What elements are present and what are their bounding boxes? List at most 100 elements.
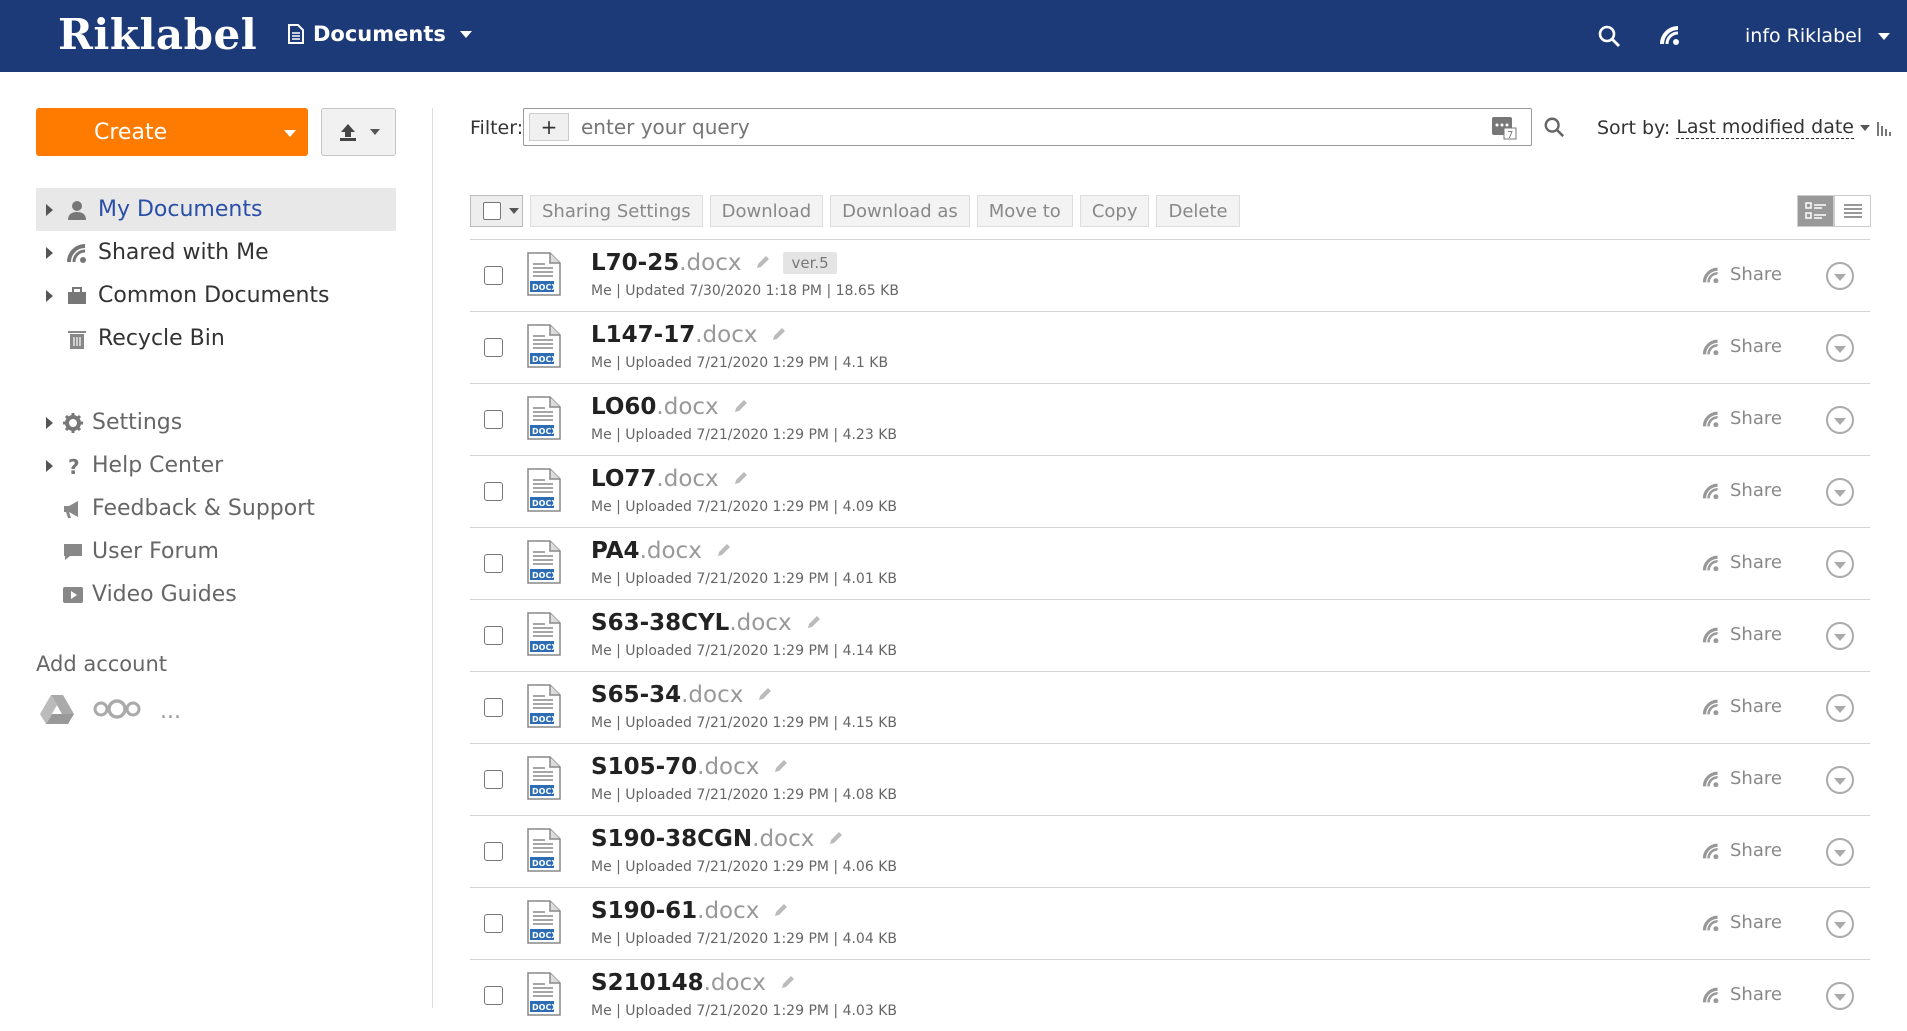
pencil-icon[interactable] <box>773 758 789 774</box>
file-title[interactable]: PA4 .docx <box>591 538 732 564</box>
pencil-icon[interactable] <box>773 902 789 918</box>
share-button[interactable]: Share <box>1702 696 1782 717</box>
pencil-icon[interactable] <box>733 398 749 414</box>
file-row[interactable]: DOCX L147-17 .docx Me | Uploaded 7/21/20… <box>470 311 1870 383</box>
add-filter-button[interactable]: + <box>529 113 569 141</box>
expand-arrow-icon[interactable] <box>46 290 53 302</box>
user-menu[interactable]: info Riklabel <box>1745 25 1891 47</box>
file-title[interactable]: S210148 .docx <box>591 970 796 996</box>
sidebar-item-feedback-support[interactable]: Feedback & Support <box>36 487 396 530</box>
row-checkbox[interactable] <box>484 410 503 429</box>
sidebar-item-common-documents[interactable]: Common Documents <box>36 274 396 317</box>
sort-order-icon[interactable] <box>1876 120 1894 136</box>
file-title[interactable]: S190-38CGN .docx <box>591 826 844 852</box>
row-menu-button[interactable] <box>1826 622 1854 650</box>
file-title[interactable]: S65-34 .docx <box>591 682 773 708</box>
file-row[interactable]: DOCX S210148 .docx Me | Uploaded 7/21/20… <box>470 959 1870 1031</box>
google-drive-icon[interactable] <box>40 694 74 724</box>
file-title[interactable]: LO60 .docx <box>591 394 749 420</box>
pencil-icon[interactable] <box>716 542 732 558</box>
upload-button[interactable] <box>321 108 396 156</box>
docx-file-icon[interactable]: DOCX <box>526 756 562 800</box>
more-accounts-button[interactable]: ... <box>160 699 181 724</box>
row-menu-button[interactable] <box>1826 838 1854 866</box>
share-button[interactable]: Share <box>1702 912 1782 933</box>
share-button[interactable]: Share <box>1702 624 1782 645</box>
file-title[interactable]: S190-61 .docx <box>591 898 789 924</box>
row-menu-button[interactable] <box>1826 334 1854 362</box>
row-menu-button[interactable] <box>1826 406 1854 434</box>
file-title[interactable]: L70-25 .docx ver.5 <box>591 250 837 276</box>
docx-file-icon[interactable]: DOCX <box>526 684 562 728</box>
row-checkbox[interactable] <box>484 914 503 933</box>
row-menu-button[interactable] <box>1826 550 1854 578</box>
search-icon[interactable] <box>1597 24 1621 52</box>
file-title[interactable]: S63-38CYL .docx <box>591 610 822 636</box>
pencil-icon[interactable] <box>755 254 771 270</box>
delete-button[interactable]: Delete <box>1156 195 1240 227</box>
chevron-down-icon[interactable] <box>509 208 519 214</box>
pencil-icon[interactable] <box>780 974 796 990</box>
expand-arrow-icon[interactable] <box>46 460 53 472</box>
row-checkbox[interactable] <box>484 842 503 861</box>
sidebar-item-settings[interactable]: Settings <box>36 401 396 444</box>
row-checkbox[interactable] <box>484 698 503 717</box>
row-checkbox[interactable] <box>484 626 503 645</box>
file-row[interactable]: DOCX L70-25 .docx ver.5 Me | Updated 7/3… <box>470 239 1870 311</box>
sidebar-item-my-documents[interactable]: My Documents <box>36 188 396 231</box>
row-checkbox[interactable] <box>484 554 503 573</box>
file-title[interactable]: LO77 .docx <box>591 466 749 492</box>
download-as-button[interactable]: Download as <box>830 195 970 227</box>
row-menu-button[interactable] <box>1826 478 1854 506</box>
pencil-icon[interactable] <box>771 326 787 342</box>
docx-file-icon[interactable]: DOCX <box>526 324 562 368</box>
file-title[interactable]: L147-17 .docx <box>591 322 787 348</box>
share-button[interactable]: Share <box>1702 768 1782 789</box>
file-row[interactable]: DOCX S63-38CYL .docx Me | Uploaded 7/21/… <box>470 599 1870 671</box>
share-button[interactable]: Share <box>1702 480 1782 501</box>
row-checkbox[interactable] <box>484 986 503 1005</box>
share-button[interactable]: Share <box>1702 336 1782 357</box>
list-view-button[interactable] <box>1797 195 1834 227</box>
docx-file-icon[interactable]: DOCX <box>526 972 562 1016</box>
calendar-icon[interactable]: 7 <box>1491 114 1517 140</box>
docx-file-icon[interactable]: DOCX <box>526 540 562 584</box>
row-checkbox[interactable] <box>484 266 503 285</box>
search-input[interactable] <box>581 115 1461 139</box>
pencil-icon[interactable] <box>828 830 844 846</box>
pencil-icon[interactable] <box>757 686 773 702</box>
download-button[interactable]: Download <box>709 195 824 227</box>
docx-file-icon[interactable]: DOCX <box>526 828 562 872</box>
compact-view-button[interactable] <box>1834 195 1871 227</box>
file-row[interactable]: DOCX LO60 .docx Me | Uploaded 7/21/2020 … <box>470 383 1870 455</box>
expand-arrow-icon[interactable] <box>46 417 53 429</box>
docx-file-icon[interactable]: DOCX <box>526 396 562 440</box>
checkbox[interactable] <box>483 202 501 220</box>
file-row[interactable]: DOCX S65-34 .docx Me | Uploaded 7/21/202… <box>470 671 1870 743</box>
share-button[interactable]: Share <box>1702 840 1782 861</box>
row-menu-button[interactable] <box>1826 262 1854 290</box>
docx-file-icon[interactable]: DOCX <box>526 252 562 296</box>
row-menu-button[interactable] <box>1826 766 1854 794</box>
row-checkbox[interactable] <box>484 482 503 501</box>
pencil-icon[interactable] <box>733 470 749 486</box>
chevron-down-icon[interactable] <box>1860 124 1871 131</box>
row-checkbox[interactable] <box>484 338 503 357</box>
expand-arrow-icon[interactable] <box>46 204 53 216</box>
logo[interactable]: Riklabel <box>58 10 257 59</box>
feed-icon[interactable] <box>1659 24 1681 50</box>
row-menu-button[interactable] <box>1826 910 1854 938</box>
select-all-checkbox[interactable] <box>470 195 523 227</box>
search-icon[interactable] <box>1543 116 1565 142</box>
create-button[interactable]: Create <box>36 108 308 156</box>
sidebar-item-recycle-bin[interactable]: Recycle Bin <box>36 317 396 360</box>
sidebar-item-shared-with-me[interactable]: Shared with Me <box>36 231 396 274</box>
version-badge[interactable]: ver.5 <box>783 252 837 274</box>
module-menu[interactable]: Documents <box>287 22 472 46</box>
file-row[interactable]: DOCX LO77 .docx Me | Uploaded 7/21/2020 … <box>470 455 1870 527</box>
sidebar-item-user-forum[interactable]: User Forum <box>36 530 396 573</box>
file-row[interactable]: DOCX S105-70 .docx Me | Uploaded 7/21/20… <box>470 743 1870 815</box>
file-row[interactable]: DOCX S190-61 .docx Me | Uploaded 7/21/20… <box>470 887 1870 959</box>
expand-arrow-icon[interactable] <box>46 247 53 259</box>
sidebar-item-video-guides[interactable]: Video Guides <box>36 573 396 616</box>
